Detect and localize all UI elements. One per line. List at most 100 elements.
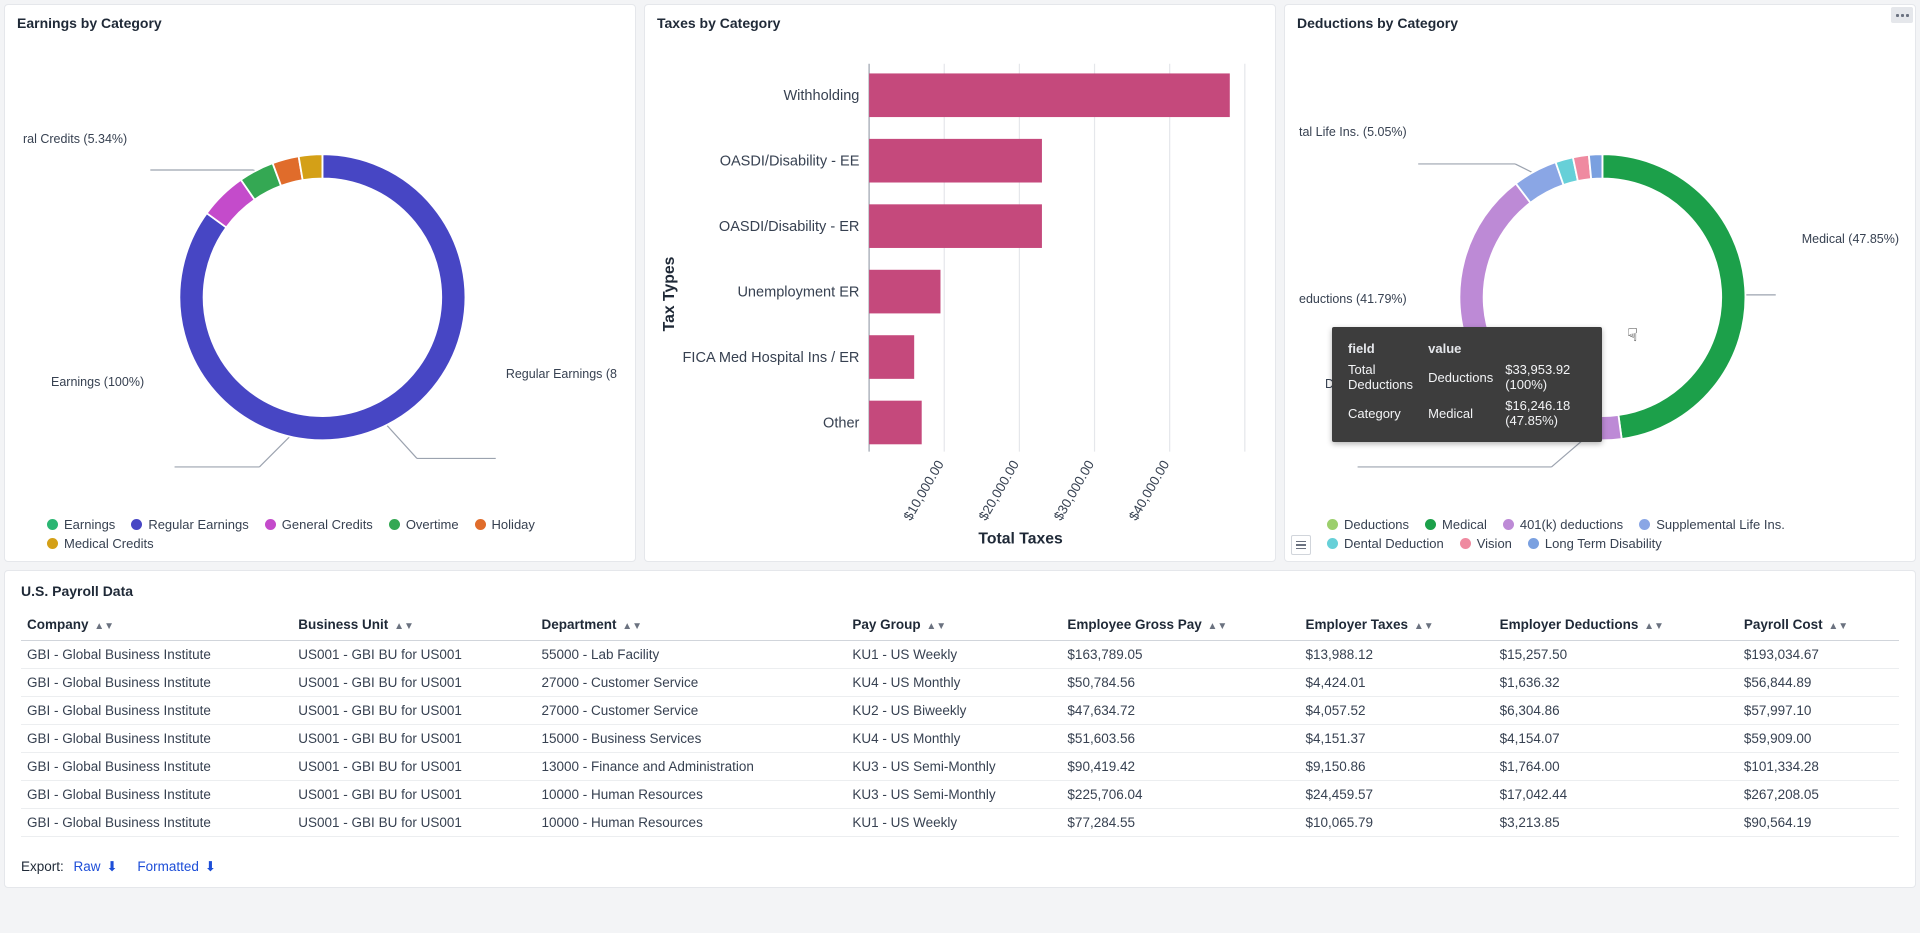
column-header[interactable]: Department ▲▼ xyxy=(535,609,846,641)
column-header[interactable]: Employer Deductions ▲▼ xyxy=(1494,609,1738,641)
column-header[interactable]: Company ▲▼ xyxy=(21,609,292,641)
sort-icon: ▲▼ xyxy=(1414,621,1434,632)
table-row[interactable]: GBI - Global Business InstituteUS001 - G… xyxy=(21,641,1899,669)
legend-label: Earnings xyxy=(64,517,115,532)
legend-swatch xyxy=(475,519,486,530)
svg-text:$20,000.00: $20,000.00 xyxy=(976,458,1022,523)
list-view-button[interactable] xyxy=(1291,535,1311,555)
column-header[interactable]: Business Unit ▲▼ xyxy=(292,609,535,641)
svg-text:OASDI/Disability - ER: OASDI/Disability - ER xyxy=(719,219,860,235)
table-row[interactable]: GBI - Global Business InstituteUS001 - G… xyxy=(21,697,1899,725)
legend-swatch xyxy=(1327,538,1338,549)
taxes-chart[interactable]: Tax Types Total Taxes $10,000.00$20,000.… xyxy=(657,37,1263,551)
table-cell: $1,764.00 xyxy=(1494,753,1738,781)
table-cell: $51,603.56 xyxy=(1061,725,1299,753)
payroll-table-title: U.S. Payroll Data xyxy=(21,583,1899,599)
table-cell: $56,844.89 xyxy=(1738,669,1899,697)
download-icon: ⬇ xyxy=(205,859,216,875)
column-header[interactable]: Employee Gross Pay ▲▼ xyxy=(1061,609,1299,641)
sort-icon: ▲▼ xyxy=(622,621,642,632)
svg-text:FICA Med Hospital Ins / ER: FICA Med Hospital Ins / ER xyxy=(683,350,860,366)
legend-item[interactable]: Holiday xyxy=(475,517,535,532)
table-cell: US001 - GBI BU for US001 xyxy=(292,809,535,837)
table-row[interactable]: GBI - Global Business InstituteUS001 - G… xyxy=(21,725,1899,753)
legend-swatch xyxy=(47,538,58,549)
table-row[interactable]: GBI - Global Business InstituteUS001 - G… xyxy=(21,781,1899,809)
table-cell: $163,789.05 xyxy=(1061,641,1299,669)
deductions-chart[interactable]: Medical (47.85%) eductions (41.79%) tal … xyxy=(1297,37,1903,509)
legend-item[interactable]: Regular Earnings xyxy=(131,517,248,532)
legend-item[interactable]: Deductions xyxy=(1327,517,1409,532)
svg-text:Tax Types: Tax Types xyxy=(661,256,678,331)
deductions-callout-401k: eductions (41.79%) xyxy=(1299,292,1407,306)
legend-label: Regular Earnings xyxy=(148,517,248,532)
svg-text:$30,000.00: $30,000.00 xyxy=(1051,458,1097,523)
legend-item[interactable]: Vision xyxy=(1460,536,1512,551)
table-cell: KU3 - US Semi-Monthly xyxy=(846,781,1061,809)
legend-item[interactable]: Medical Credits xyxy=(47,536,154,551)
table-cell: US001 - GBI BU for US001 xyxy=(292,641,535,669)
legend-label: Long Term Disability xyxy=(1545,536,1662,551)
legend-item[interactable]: 401(k) deductions xyxy=(1503,517,1623,532)
deductions-callout-medical: Medical (47.85%) xyxy=(1802,232,1899,246)
svg-text:Total Taxes: Total Taxes xyxy=(978,531,1063,548)
svg-text:$40,000.00: $40,000.00 xyxy=(1126,458,1172,523)
column-header[interactable]: Employer Taxes ▲▼ xyxy=(1300,609,1494,641)
table-row[interactable]: GBI - Global Business InstituteUS001 - G… xyxy=(21,753,1899,781)
table-cell: $4,151.37 xyxy=(1300,725,1494,753)
chart-tooltip: fieldvalue Total DeductionsDeductions$33… xyxy=(1332,327,1602,442)
table-cell: GBI - Global Business Institute xyxy=(21,753,292,781)
table-row[interactable]: GBI - Global Business InstituteUS001 - G… xyxy=(21,809,1899,837)
legend-item[interactable]: Supplemental Life Ins. xyxy=(1639,517,1785,532)
table-cell: $50,784.56 xyxy=(1061,669,1299,697)
table-cell: $59,909.00 xyxy=(1738,725,1899,753)
legend-item[interactable]: General Credits xyxy=(265,517,373,532)
legend-swatch xyxy=(131,519,142,530)
table-cell: GBI - Global Business Institute xyxy=(21,725,292,753)
earnings-card-title: Earnings by Category xyxy=(17,15,623,31)
payroll-table: Company ▲▼Business Unit ▲▼Department ▲▼P… xyxy=(21,609,1899,837)
legend-label: Holiday xyxy=(492,517,535,532)
table-cell: US001 - GBI BU for US001 xyxy=(292,781,535,809)
export-raw-link[interactable]: Raw ⬇ xyxy=(74,859,118,874)
sort-icon: ▲▼ xyxy=(1208,621,1228,632)
column-header[interactable]: Payroll Cost ▲▼ xyxy=(1738,609,1899,641)
table-cell: $225,706.04 xyxy=(1061,781,1299,809)
table-cell: KU1 - US Weekly xyxy=(846,809,1061,837)
table-cell: US001 - GBI BU for US001 xyxy=(292,697,535,725)
table-cell: $17,042.44 xyxy=(1494,781,1738,809)
legend-label: 401(k) deductions xyxy=(1520,517,1623,532)
table-cell: GBI - Global Business Institute xyxy=(21,809,292,837)
table-row[interactable]: GBI - Global Business InstituteUS001 - G… xyxy=(21,669,1899,697)
svg-text:Unemployment ER: Unemployment ER xyxy=(737,284,859,300)
legend-item[interactable]: Overtime xyxy=(389,517,459,532)
table-cell: GBI - Global Business Institute xyxy=(21,641,292,669)
table-cell: KU2 - US Biweekly xyxy=(846,697,1061,725)
legend-item[interactable]: Earnings xyxy=(47,517,115,532)
table-cell: GBI - Global Business Institute xyxy=(21,669,292,697)
table-cell: 10000 - Human Resources xyxy=(535,809,846,837)
sort-icon: ▲▼ xyxy=(926,621,946,632)
deductions-card-title: Deductions by Category xyxy=(1297,15,1903,31)
legend-item[interactable]: Long Term Disability xyxy=(1528,536,1662,551)
legend-swatch xyxy=(1425,519,1436,530)
taxes-card-title: Taxes by Category xyxy=(657,15,1263,31)
table-cell: KU4 - US Monthly xyxy=(846,669,1061,697)
table-cell: GBI - Global Business Institute xyxy=(21,781,292,809)
table-cell: $13,988.12 xyxy=(1300,641,1494,669)
legend-swatch xyxy=(1503,519,1514,530)
table-cell: $90,419.42 xyxy=(1061,753,1299,781)
legend-item[interactable]: Medical xyxy=(1425,517,1487,532)
export-formatted-link[interactable]: Formatted ⬇ xyxy=(137,859,216,874)
earnings-callout-inner: Earnings (100%) xyxy=(51,375,144,389)
legend-label: Vision xyxy=(1477,536,1512,551)
legend-item[interactable]: Dental Deduction xyxy=(1327,536,1444,551)
earnings-chart[interactable]: ral Credits (5.34%) Earnings (100%) Regu… xyxy=(17,37,623,509)
legend-swatch xyxy=(1460,538,1471,549)
card-menu-button[interactable] xyxy=(1891,7,1913,23)
legend-label: Supplemental Life Ins. xyxy=(1656,517,1785,532)
table-cell: $47,634.72 xyxy=(1061,697,1299,725)
column-header[interactable]: Pay Group ▲▼ xyxy=(846,609,1061,641)
export-row: Export: Raw ⬇ Formatted ⬇ xyxy=(21,859,1899,875)
table-cell: $267,208.05 xyxy=(1738,781,1899,809)
